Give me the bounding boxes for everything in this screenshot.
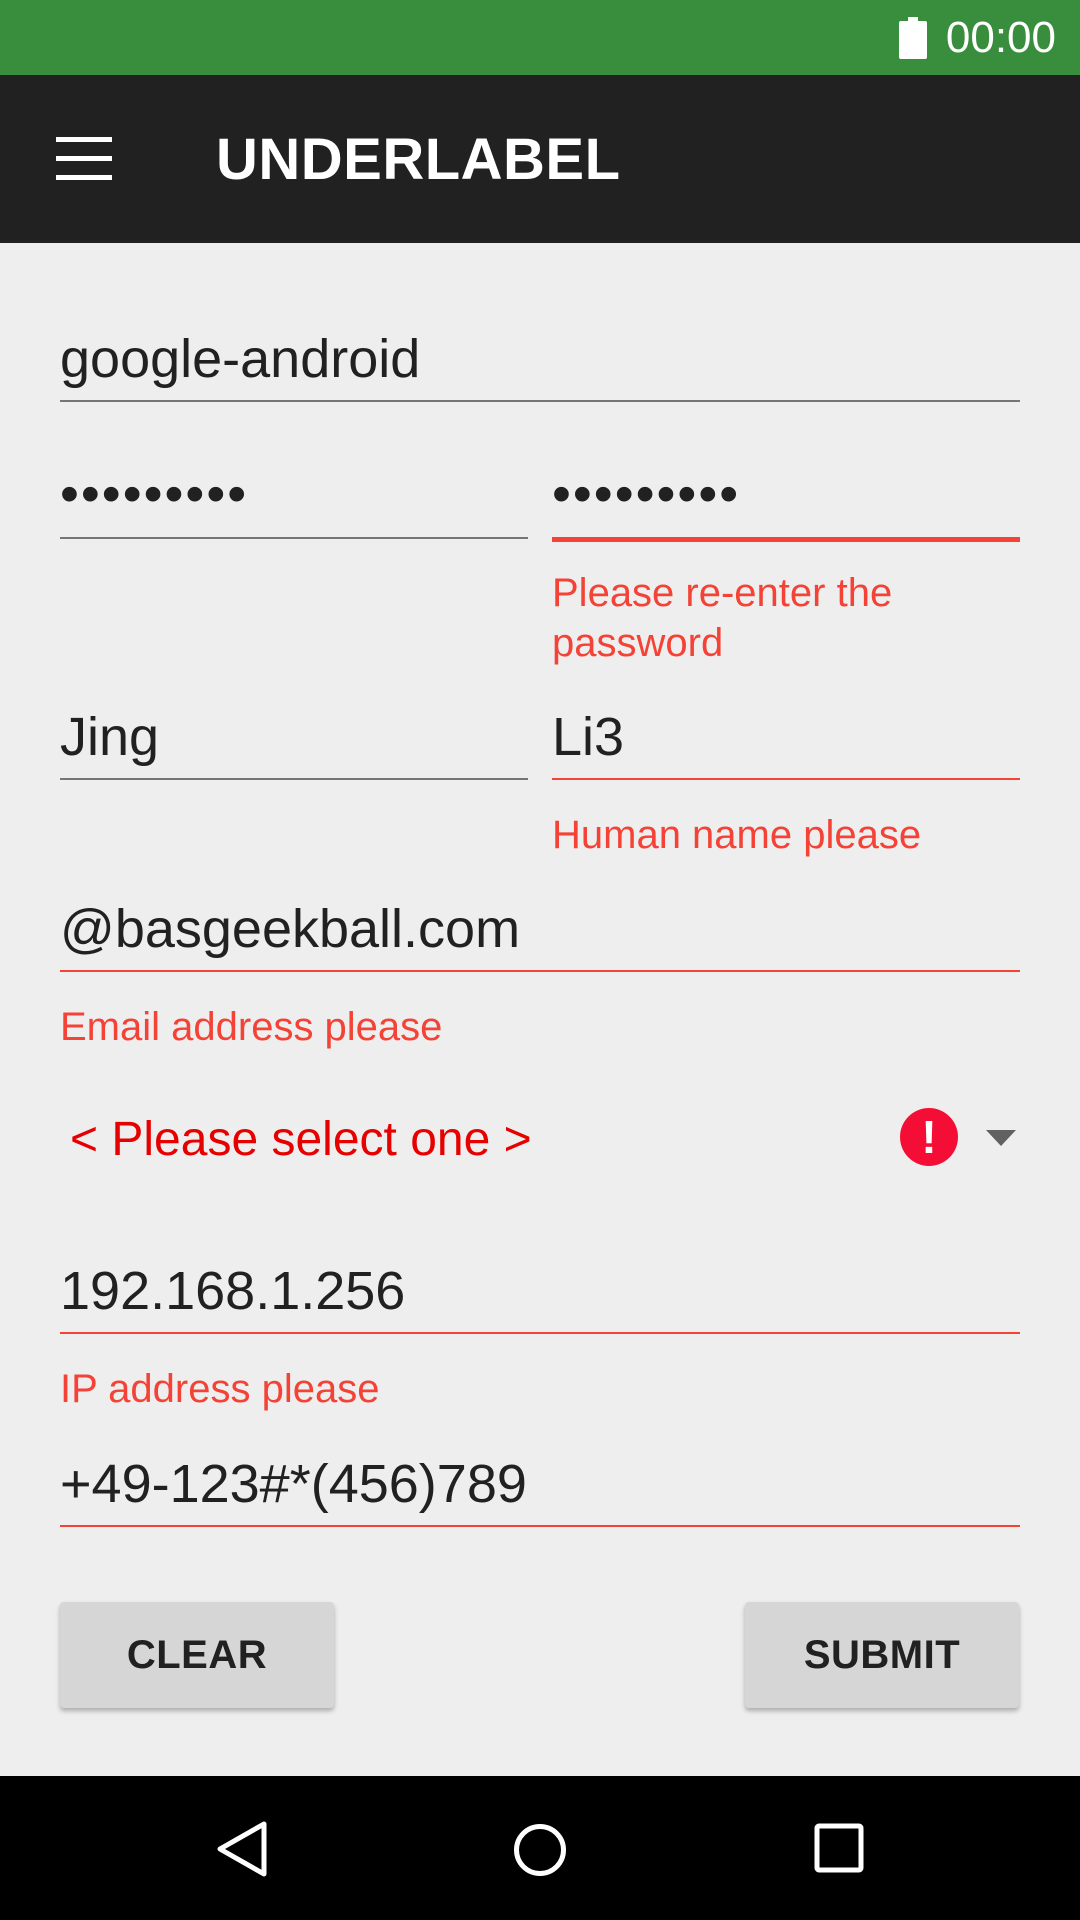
email-value: @basgeekball.com	[60, 899, 521, 959]
page-title: UNDERLABEL	[216, 127, 621, 192]
clear-button[interactable]: CLEAR	[60, 1602, 334, 1708]
status-time: 00:00	[945, 13, 1056, 62]
last-name-error: Human name please	[552, 813, 922, 857]
error-icon: !	[900, 1108, 958, 1166]
confirm-password-field[interactable]: •••••••••	[552, 455, 1020, 542]
dropdown-arrow-icon[interactable]	[986, 1130, 1016, 1146]
submit-button[interactable]: SUBMIT	[745, 1602, 1019, 1708]
password-field[interactable]: •••••••••	[60, 455, 528, 539]
email-error: Email address please	[60, 1005, 443, 1049]
phone-value: +49-123#*(456)789	[60, 1454, 527, 1514]
back-icon[interactable]	[214, 1819, 270, 1879]
battery-icon	[899, 17, 927, 59]
ip-address-field[interactable]: 192.168.1.256	[60, 1250, 1020, 1334]
password-value: •••••••••	[60, 464, 249, 524]
username-field[interactable]: google-android	[60, 318, 1020, 402]
spinner-selected-value: < Please select one >	[70, 1113, 532, 1166]
first-name-value: Jing	[60, 707, 160, 767]
last-name-field[interactable]: Li3	[552, 696, 1020, 780]
email-field[interactable]: @basgeekball.com	[60, 888, 1020, 972]
status-bar: 00:00	[0, 0, 1080, 75]
username-value: google-android	[60, 329, 421, 389]
ip-address-value: 192.168.1.256	[60, 1261, 406, 1321]
hamburger-menu-icon[interactable]	[56, 137, 112, 181]
recents-icon[interactable]	[814, 1823, 864, 1873]
app-bar: UNDERLABEL	[0, 75, 1080, 243]
confirm-password-value: •••••••••	[552, 464, 741, 524]
ip-address-error: IP address please	[60, 1367, 380, 1411]
home-icon[interactable]	[513, 1823, 567, 1877]
confirm-password-error: Please re-enter the password	[552, 571, 893, 665]
phone-field[interactable]: +49-123#*(456)789	[60, 1443, 1020, 1527]
first-name-field[interactable]: Jing	[60, 696, 528, 780]
last-name-value: Li3	[552, 707, 625, 767]
